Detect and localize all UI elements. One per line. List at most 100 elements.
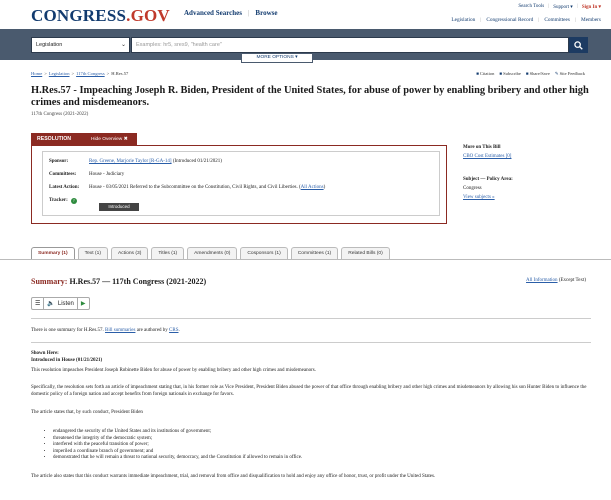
breadcrumb-sep: > (106, 71, 110, 76)
tab-related-bills[interactable]: Related Bills (0) (341, 247, 390, 259)
sponsor-link[interactable]: Rep. Greene, Marjorie Taylor [R-GA-14] (89, 159, 172, 164)
tab-amendments[interactable]: Amendments (0) (187, 247, 238, 259)
share-action[interactable]: ■Share/Save (526, 71, 550, 77)
overview-box: Sponsor: Rep. Greene, Marjorie Taylor [R… (31, 145, 447, 224)
summary-para-2: Specifically, the resolution sets forth … (31, 385, 587, 397)
subnav-committees[interactable]: Committees (544, 17, 570, 23)
breadcrumb-current: H.Res.57 (111, 71, 129, 76)
nav-browse[interactable]: Browse (255, 9, 277, 17)
breadcrumb-home[interactable]: Home (31, 71, 42, 76)
search-placeholder: Examples: hr5, sres9, "health care" (136, 42, 222, 48)
tracker-row: Tracker: ? (49, 198, 77, 204)
sponsor-row: Sponsor: Rep. Greene, Marjorie Taylor [R… (49, 159, 222, 164)
overview-inner: Sponsor: Rep. Greene, Marjorie Taylor [R… (42, 151, 440, 216)
search-band: Legislation ⌄ Examples: hr5, sres9, "hea… (0, 29, 611, 63)
menu-icon: ☰ (35, 301, 41, 307)
all-information-link[interactable]: All Information (526, 278, 558, 283)
subscribe-icon: ■ (499, 71, 503, 76)
search-button[interactable] (569, 37, 588, 53)
subject-heading: Subject — Policy Area: (463, 177, 513, 182)
committees-row: Committees: House - Judiciary (49, 172, 124, 177)
summary-para-4: The article also states that this conduc… (31, 474, 436, 479)
speaker-icon: 🔈 (47, 301, 55, 307)
tab-titles[interactable]: Titles (1) (151, 247, 185, 259)
crs-link[interactable]: CRS (169, 328, 178, 333)
committees-label: Committees: (49, 172, 77, 177)
side-panel: More on This Bill CBO Cost Estimates [0]… (463, 145, 603, 200)
latest-action-value: House - 03/05/2021 Referred to the Subco… (89, 185, 298, 190)
shown-here-label: Shown Here: (31, 351, 59, 356)
view-subjects-link[interactable]: View subjects » (463, 195, 495, 200)
subnav-legislation[interactable]: Legislation (451, 17, 475, 23)
divider (31, 342, 591, 343)
tab-summary[interactable]: Summary (1) (31, 247, 75, 259)
tab-committees[interactable]: Committees (1) (290, 247, 339, 259)
search-icon (574, 40, 583, 50)
summary-para-1: This resolution impeaches President Jose… (31, 368, 316, 373)
nav-separator: | (248, 9, 250, 17)
congress-gov-logo[interactable]: CONGRESS.GOV (31, 6, 170, 26)
search-scope-select[interactable]: Legislation ⌄ (31, 37, 130, 53)
hide-overview-button[interactable]: Hide Overview ✖ (91, 137, 128, 142)
breadcrumb-legislation[interactable]: Legislation (49, 71, 70, 76)
cbo-cost-link[interactable]: CBO Cost Estimates [0] (463, 154, 511, 159)
feedback-action[interactable]: ✎Site Feedback (555, 71, 585, 77)
search-input[interactable]: Examples: hr5, sres9, "health care" (131, 37, 569, 53)
nav-separator: | (576, 4, 578, 9)
committees-value: House - Judiciary (89, 172, 125, 177)
page-title: H.Res.57 - Impeaching Joseph R. Biden, P… (31, 85, 589, 108)
breadcrumb: Home > Legislation > 117th Congress > H.… (31, 71, 128, 76)
menu-button[interactable]: ☰ (32, 298, 43, 309)
subnav-members[interactable]: Members (581, 17, 601, 23)
subnav-congressional-record[interactable]: Congressional Record (486, 17, 533, 23)
listen-button[interactable]: 🔈 Listen (43, 298, 77, 309)
nav-separator: | (574, 17, 576, 23)
tab-text[interactable]: Text (1) (77, 247, 108, 259)
help-icon[interactable]: ? (70, 198, 77, 204)
play-button[interactable]: ▶ (76, 298, 89, 309)
search-scope-value: Legislation (36, 42, 63, 48)
nav-advanced-searches[interactable]: Advanced Searches (184, 9, 242, 17)
close-icon: ✖ (123, 136, 128, 142)
tracker-stage: Introduced (99, 203, 139, 211)
latest-action-row: Latest Action: House - 03/05/2021 Referr… (49, 185, 326, 190)
subscribe-action[interactable]: ■Subscribe (499, 71, 520, 77)
nav-separator: | (538, 17, 540, 23)
one-summary-text: There is one summary for H.Res.57. Bill … (31, 328, 180, 333)
bill-summaries-link[interactable]: Bill summaries (105, 328, 135, 333)
more-options-button[interactable]: MORE OPTIONS ▾ (241, 54, 313, 63)
breadcrumb-congress[interactable]: 117th Congress (76, 71, 105, 76)
feedback-icon: ✎ (554, 71, 559, 76)
all-info-suffix: (Except Text) (557, 278, 586, 283)
util-sign-in[interactable]: Sign In ▾ (582, 4, 601, 10)
sponsor-label: Sponsor: (49, 159, 69, 164)
divider (31, 318, 591, 319)
tab-cosponsors[interactable]: Cosponsors (1) (240, 247, 288, 259)
more-on-bill-heading: More on This Bill (463, 145, 501, 150)
utility-nav: Search Tools | Support ▾ | Sign In ▾ (518, 4, 601, 10)
main-nav: Advanced Searches | Browse (184, 9, 277, 17)
summary-heading: Summary: H.Res.57 — 117th Congress (2021… (31, 277, 206, 286)
introduced-heading: Introduced in House (01/21/2021) (31, 358, 103, 363)
listen-player: ☰ 🔈 Listen ▶ (31, 297, 90, 310)
citation-action[interactable]: ■Citation (476, 71, 494, 77)
summary-para-3: The article states that, by such conduct… (31, 410, 143, 415)
tab-actions[interactable]: Actions (3) (110, 247, 149, 259)
all-info: All Information (Except Text) (526, 278, 586, 283)
citation-icon: ■ (476, 71, 479, 76)
overview-type-label: RESOLUTION (37, 136, 72, 142)
all-actions-link[interactable]: All Actions (301, 185, 324, 190)
chevron-down-icon: ⌄ (120, 42, 126, 48)
util-support[interactable]: Support ▾ (553, 4, 573, 10)
congress-subtitle: 117th Congress (2021-2022) (31, 112, 89, 117)
sponsor-intro-date: (Introduced 01/21/2021) (171, 159, 222, 164)
breadcrumb-sep: > (71, 71, 75, 76)
subject-value: Congress (463, 186, 482, 191)
util-search-tools[interactable]: Search Tools (518, 4, 544, 10)
latest-action-label: Latest Action: (49, 185, 80, 190)
summary-label: Summary: (31, 277, 68, 286)
list-item: demonstrated that he will remain a threa… (53, 455, 302, 462)
nav-separator: | (480, 17, 482, 23)
play-icon: ▶ (80, 301, 86, 307)
share-icon: ■ (525, 71, 529, 76)
